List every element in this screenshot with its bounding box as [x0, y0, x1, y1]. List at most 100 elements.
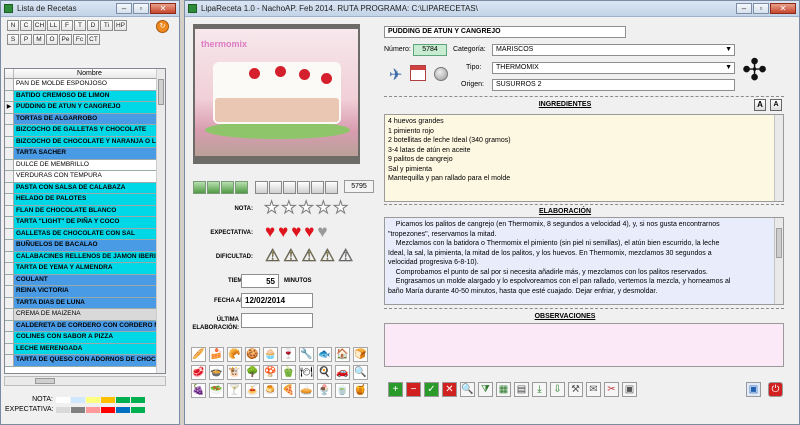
nota-rating[interactable]: ★ ★ ★ ★ ★ [263, 199, 348, 217]
table-row[interactable]: LECHE MERENGADA [5, 343, 165, 355]
warning-icon[interactable]: ⚠ [338, 247, 354, 265]
first-record-icon[interactable] [193, 181, 206, 194]
expectativa-rating[interactable]: ♥ ♥ ♥ ♥ ♥ [265, 223, 327, 240]
category-icon[interactable]: 🥗 [209, 383, 224, 398]
tiempo-input[interactable]: 55 [241, 274, 279, 288]
ultima-elaboracion-input[interactable] [241, 313, 313, 328]
heart-icon[interactable]: ♥ [278, 223, 288, 240]
letter-filter-button[interactable]: P [20, 34, 32, 45]
table-row[interactable]: TARTA DE QUESO CON ADORNOS DE CHOCOLA [5, 355, 165, 367]
search-button[interactable]: 🔍 [460, 382, 475, 397]
heart-icon[interactable]: ♥ [265, 223, 275, 240]
table-row[interactable]: GALLETAS DE CHOCOLATE CON SAL [5, 228, 165, 240]
filter-button[interactable]: ⧩ [478, 382, 493, 397]
star-icon[interactable]: ★ [298, 199, 314, 217]
table-row[interactable]: REINA VICTORIA [5, 286, 165, 298]
warning-icon[interactable]: ⚠ [283, 247, 299, 265]
maximize-button[interactable]: ▫ [133, 3, 149, 14]
image-icon[interactable] [255, 181, 268, 194]
heart-icon[interactable]: ♥ [304, 223, 314, 240]
category-icon[interactable]: 🐮 [227, 365, 242, 380]
refresh-button[interactable]: ↻ [156, 20, 169, 33]
minimize-button[interactable]: – [116, 3, 132, 14]
grid-button[interactable]: ▦ [496, 382, 511, 397]
categoria-select[interactable]: MARISCOS ▼ [492, 44, 735, 56]
table-row[interactable]: TARTA "LIGHT" DE PIÑA Y COCO [5, 217, 165, 229]
category-icon[interactable]: 🍸 [227, 383, 242, 398]
category-icon[interactable]: 🍲 [209, 365, 224, 380]
category-icon[interactable]: 🥧 [299, 383, 314, 398]
category-icon[interactable]: 🥐 [227, 347, 242, 362]
tipo-select[interactable]: THERMOMIX ▼ [492, 62, 735, 74]
table-row[interactable]: BIZCOCHO DE GALLETAS Y CHOCOLATE [5, 125, 165, 137]
table-row[interactable]: BUÑUELOS DE BACALAO [5, 240, 165, 252]
star-icon[interactable]: ★ [263, 199, 279, 217]
import-button[interactable]: ⇩ [550, 382, 565, 397]
letter-filter-button[interactable]: Pe [59, 34, 72, 45]
category-icon[interactable]: 🔧 [299, 347, 314, 362]
recipe-photo[interactable]: thermomix [193, 24, 360, 164]
elaboracion-scrollbar[interactable] [774, 218, 783, 304]
circle-icon[interactable] [434, 67, 448, 81]
category-icon[interactable]: 🥖 [191, 347, 206, 362]
maximize-button[interactable]: ▫ [753, 3, 769, 14]
satellite-icon[interactable]: ✈ [389, 65, 402, 85]
letter-filter-button[interactable]: D [87, 20, 99, 31]
observaciones-textarea[interactable] [384, 323, 784, 367]
warning-icon[interactable]: ⚠ [265, 247, 281, 265]
category-icon[interactable]: 🫑 [281, 365, 296, 380]
letter-filter-button[interactable]: Fc [73, 34, 86, 45]
table-row[interactable]: TORTAS DE ALGARROBO [5, 113, 165, 125]
power-off-button[interactable]: ⏻ [768, 382, 783, 397]
table-row[interactable]: TARTA DIAS DE LUNA [5, 297, 165, 309]
picture-button[interactable]: ▣ [622, 382, 637, 397]
category-icon[interactable]: 🚗 [335, 365, 350, 380]
firefox-icon[interactable] [297, 181, 310, 194]
category-icon[interactable]: 🍯 [353, 383, 368, 398]
print-icon[interactable] [311, 181, 324, 194]
heart-icon[interactable]: ♥ [291, 223, 301, 240]
open-folder-button[interactable]: ▣ [746, 382, 761, 397]
category-icon[interactable]: 🍄 [263, 365, 278, 380]
letter-filter-button[interactable]: N [7, 20, 19, 31]
close-button[interactable]: ✕ [770, 3, 796, 14]
category-icon[interactable]: 🍳 [317, 365, 332, 380]
confirm-button[interactable]: ✓ [424, 382, 439, 397]
next-record-icon[interactable] [221, 181, 234, 194]
minimize-button[interactable]: – [736, 3, 752, 14]
letter-filter-button[interactable]: S [7, 34, 19, 45]
ingredientes-scrollbar[interactable] [774, 115, 783, 201]
letter-filter-button[interactable]: O [46, 34, 58, 45]
origen-input[interactable]: SUSURROS 2 [492, 79, 735, 91]
delete-image-button[interactable]: ✂ [604, 382, 619, 397]
table-row[interactable]: ▶ PUDDING DE ATUN Y CANGREJO [5, 102, 165, 114]
last-record-icon[interactable] [235, 181, 248, 194]
table-row[interactable]: FLAN DE CHOCOLATE BLANCO [5, 205, 165, 217]
category-icon[interactable]: 🐟 [317, 347, 332, 362]
category-icon[interactable]: 🍷 [281, 347, 296, 362]
table-row[interactable]: TARTA SACHER [5, 148, 165, 160]
remove-button[interactable]: − [406, 382, 421, 397]
letter-filter-button[interactable]: CH [33, 20, 46, 31]
star-icon[interactable]: ★ [332, 199, 348, 217]
category-icon[interactable]: 🍕 [281, 383, 296, 398]
table-row[interactable]: COULANT [5, 274, 165, 286]
ingredientes-textarea[interactable]: 4 huevos grandes 1 pimiento rojo 2 botelli… [384, 114, 784, 202]
category-icon[interactable]: 🍨 [317, 383, 332, 398]
table-row[interactable]: CALDERETA DE CORDERO CON CORDERO MAN [5, 320, 165, 332]
category-icon[interactable]: 🍪 [245, 347, 260, 362]
category-icon[interactable]: 🍝 [245, 383, 260, 398]
letter-filter-button[interactable]: HP [114, 20, 127, 31]
grid-horizontal-scrollbar[interactable] [4, 376, 166, 386]
category-icon[interactable]: 🍮 [263, 383, 278, 398]
category-icon[interactable]: 🥩 [191, 365, 206, 380]
category-icon[interactable]: 🍰 [209, 347, 224, 362]
category-icon[interactable]: 🧁 [263, 347, 278, 362]
column-header-nombre[interactable]: Nombre [14, 69, 165, 78]
download-button[interactable]: ⤓ [532, 382, 547, 397]
table-row[interactable]: DULCE DE MEMBRILLO [5, 159, 165, 171]
export-icon[interactable] [325, 181, 338, 194]
category-icon[interactable]: 🌳 [245, 365, 260, 380]
previous-record-icon[interactable] [207, 181, 220, 194]
tool-button[interactable]: ⚒ [568, 382, 583, 397]
